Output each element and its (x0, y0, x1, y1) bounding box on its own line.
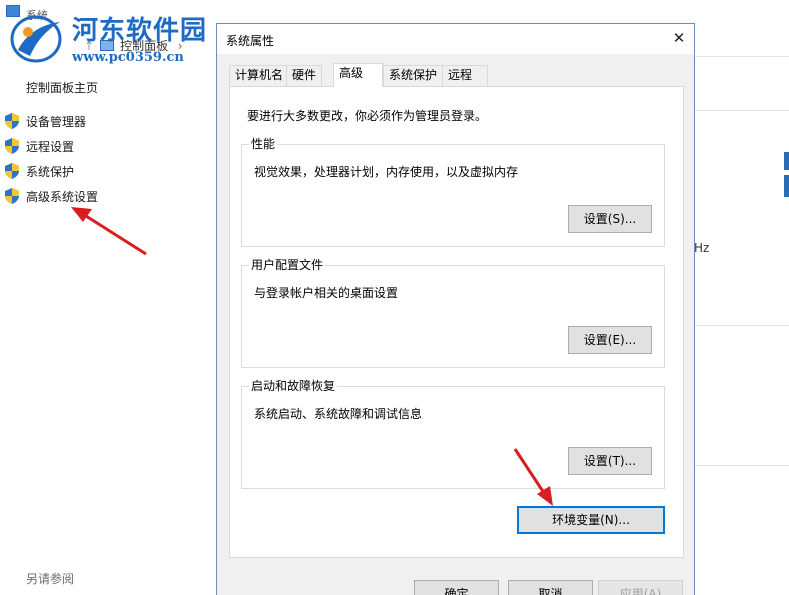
divider (694, 56, 789, 57)
group-user-profiles: 用户配置文件 与登录帐户相关的桌面设置 设置(E)... (241, 258, 665, 368)
group-description: 与登录帐户相关的桌面设置 (254, 286, 399, 300)
ok-button[interactable]: 确定 (414, 580, 499, 595)
tab-system-protection[interactable]: 系统保护 (383, 65, 444, 86)
tab-panel-advanced: 要进行大多数更改，你必须作为管理员登录。 性能 视觉效果，处理器计划，内存使用，… (229, 86, 684, 558)
divider (694, 325, 789, 326)
startup-recovery-settings-button[interactable]: 设置(T)... (568, 447, 652, 475)
watermark-brand: 河东软件园 (72, 16, 208, 46)
uac-shield-icon (5, 188, 19, 204)
divider (694, 110, 789, 111)
divider (694, 465, 789, 466)
group-label: 启动和故障恢复 (249, 379, 338, 393)
see-also-heading: 另请参阅 (26, 572, 75, 586)
sidebar-item-remote-settings[interactable]: 远程设置 (5, 138, 74, 156)
uac-shield-icon (5, 113, 19, 129)
group-label: 性能 (249, 137, 278, 151)
watermark-logo-icon (10, 15, 62, 63)
group-label: 用户配置文件 (249, 258, 326, 272)
sidebar-item-label: 系统保护 (26, 165, 75, 179)
performance-settings-button[interactable]: 设置(S)... (568, 205, 652, 233)
selection-marker (784, 152, 789, 170)
control-panel-home-link[interactable]: 控制面板主页 (26, 79, 98, 96)
cancel-button[interactable]: 取消 (508, 580, 593, 595)
apply-button[interactable]: 应用(A) (598, 580, 683, 595)
dialog-title: 系统属性 (226, 34, 275, 48)
close-icon[interactable]: ✕ (664, 24, 694, 52)
group-startup-recovery: 启动和故障恢复 系统启动、系统故障和调试信息 设置(T)... (241, 379, 665, 489)
watermark: 河东软件园 www.pc0359.cn (8, 8, 208, 68)
selection-marker (784, 175, 789, 197)
tab-advanced[interactable]: 高级 (333, 63, 383, 87)
sidebar-item-label: 远程设置 (26, 140, 75, 154)
sidebar-item-device-manager[interactable]: 设备管理器 (5, 113, 86, 131)
uac-shield-icon (5, 138, 19, 154)
tab-remote[interactable]: 远程 (442, 65, 488, 86)
user-profiles-settings-button[interactable]: 设置(E)... (568, 326, 652, 354)
sidebar-item-system-protection[interactable]: 系统保护 (5, 163, 74, 181)
admin-notice: 要进行大多数更改，你必须作为管理员登录。 (247, 109, 488, 123)
tab-computer-name[interactable]: 计算机名 (229, 65, 290, 86)
sidebar-item-advanced-system-settings[interactable]: 高级系统设置 (5, 188, 98, 206)
system-properties-dialog: 系统属性 ✕ 计算机名 硬件 高级 系统保护 远程 要进行大多数更改，你必须作为… (216, 23, 695, 595)
uac-shield-icon (5, 163, 19, 179)
tab-hardware[interactable]: 硬件 (286, 65, 323, 86)
environment-variables-button[interactable]: 环境变量(N)... (517, 506, 665, 534)
watermark-url: www.pc0359.cn (72, 50, 184, 65)
group-performance: 性能 视觉效果，处理器计划，内存使用，以及虚拟内存 设置(S)... (241, 137, 665, 247)
group-description: 视觉效果，处理器计划，内存使用，以及虚拟内存 (254, 165, 519, 179)
system-info-fragment: Hz (694, 241, 710, 255)
dialog-titlebar[interactable]: 系统属性 ✕ (217, 24, 694, 54)
sidebar-item-label: 设备管理器 (26, 115, 87, 129)
group-description: 系统启动、系统故障和调试信息 (254, 407, 423, 421)
sidebar-item-label: 高级系统设置 (26, 190, 99, 204)
